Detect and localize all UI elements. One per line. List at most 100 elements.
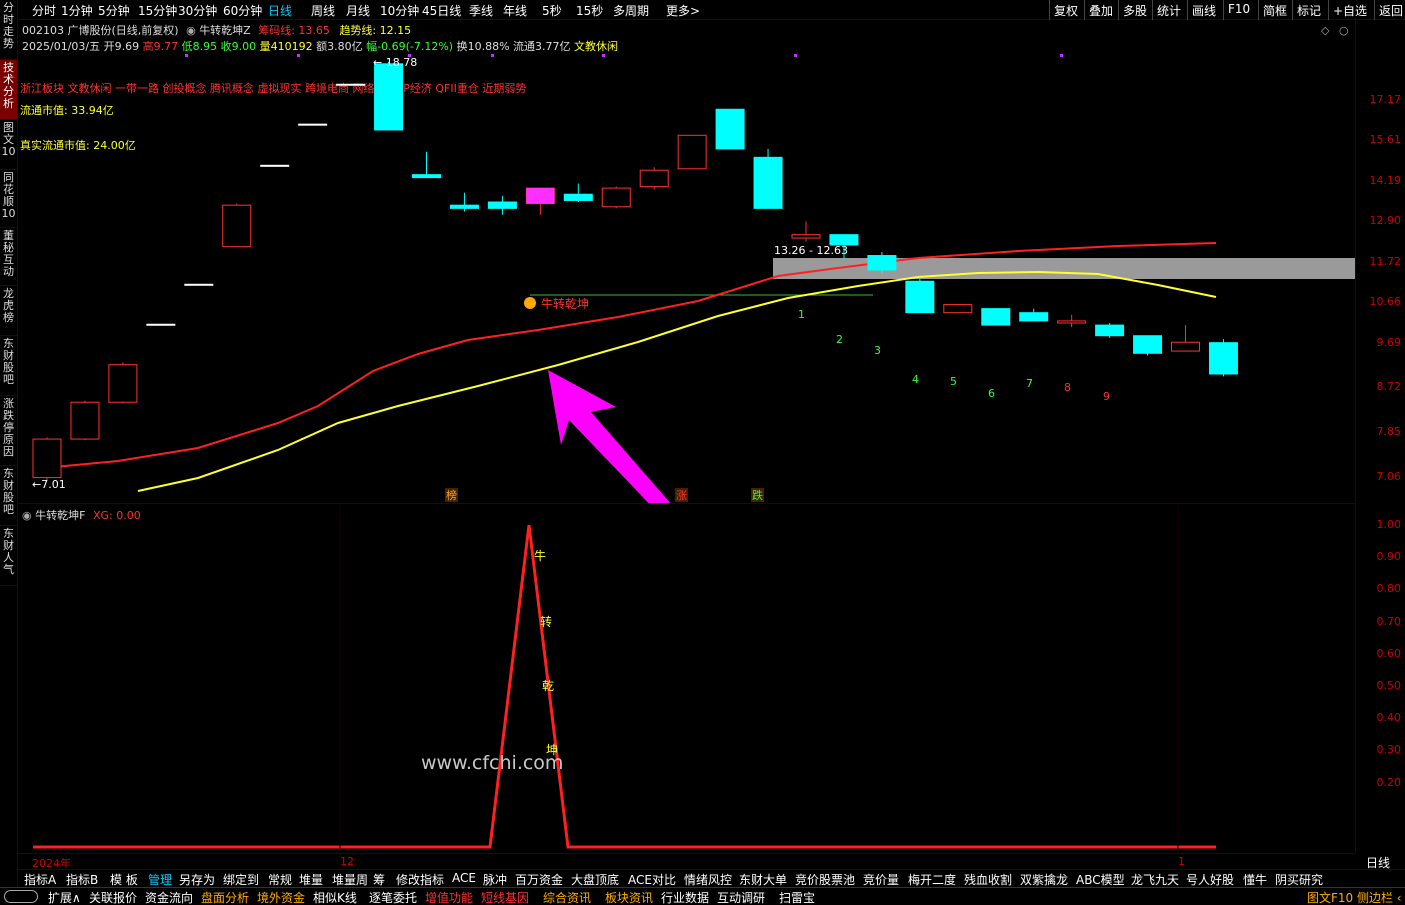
info-tab-0[interactable]: 扩展∧ — [48, 889, 81, 905]
candle-30[interactable] — [1171, 325, 1200, 352]
toolbar-button-0[interactable]: 复权 — [1049, 0, 1082, 20]
diamond-icon[interactable]: ◇ — [1321, 24, 1330, 37]
indicator-tab-15[interactable]: ACE对比 — [628, 871, 676, 888]
info-tab-9[interactable]: 综合资讯 — [543, 889, 591, 905]
indicator-tab-20[interactable]: 梅开二度 — [908, 871, 956, 888]
indicator-tab-13[interactable]: 百万资金 — [515, 871, 563, 888]
info-tab-11[interactable]: 行业数据 — [661, 889, 709, 905]
info-tab-13[interactable]: 扫雷宝 — [779, 889, 815, 905]
period-tab-11[interactable]: 季线 — [469, 2, 493, 19]
close-icon[interactable]: ○ — [1339, 24, 1349, 37]
indicator-tab-23[interactable]: ABC模型 — [1076, 871, 1125, 888]
sidebar-item-tuwen[interactable]: 图文10 — [0, 120, 17, 170]
candle-4[interactable] — [184, 283, 214, 286]
candle-7[interactable] — [298, 123, 328, 126]
info-tab-12[interactable]: 互动调研 — [717, 889, 765, 905]
info-tab-7[interactable]: 增值功能 — [425, 889, 473, 905]
sidebar-item-limit-reason[interactable]: 涨跌停原因 — [0, 396, 17, 466]
candle-28[interactable] — [1095, 322, 1125, 338]
info-tab-4[interactable]: 境外资金 — [257, 889, 305, 905]
candle-0[interactable] — [32, 437, 62, 480]
toolbar-button-9[interactable]: 返回 — [1374, 0, 1405, 20]
candle-19[interactable] — [753, 148, 783, 209]
candle-24[interactable] — [943, 304, 973, 314]
candle-26[interactable] — [1019, 308, 1049, 322]
candle-17[interactable] — [677, 134, 707, 170]
sidebar-item-dongmi[interactable]: 董秘互动 — [0, 228, 17, 286]
indicator-tab-24[interactable]: 龙飞九天 — [1131, 871, 1179, 888]
info-tab-2[interactable]: 资金流向 — [145, 889, 193, 905]
candle-27[interactable] — [1057, 314, 1087, 328]
indicator-tab-10[interactable]: 修改指标 — [396, 871, 444, 888]
period-tab-12[interactable]: 年线 — [503, 2, 527, 19]
period-tab-9[interactable]: 10分钟 — [380, 2, 419, 19]
indicator-tab-2[interactable]: 模 板 — [110, 871, 138, 888]
period-tab-8[interactable]: 月线 — [346, 2, 370, 19]
sidebar-item-longhu[interactable]: 龙虎榜 — [0, 286, 17, 336]
candle-9[interactable] — [374, 62, 404, 131]
indicator-tab-18[interactable]: 竞价股票池 — [795, 871, 855, 888]
candle-10[interactable] — [412, 151, 441, 179]
toolbar-button-7[interactable]: 标记 — [1292, 0, 1325, 20]
info-tab-14[interactable]: 图文F10 侧边栏 ‹ — [1307, 889, 1402, 905]
period-tab-7[interactable]: 周线 — [311, 2, 335, 19]
sidebar-item-tonghuashun[interactable]: 同花顺10 — [0, 170, 17, 228]
period-tab-0[interactable]: 分时 — [32, 2, 56, 19]
indicator-tab-1[interactable]: 指标B — [66, 871, 98, 888]
period-tab-2[interactable]: 5分钟 — [98, 2, 130, 19]
candle-25[interactable] — [981, 308, 1011, 326]
indicator-tab-12[interactable]: 脉冲 — [483, 871, 507, 888]
toolbar-button-1[interactable]: 叠加 — [1084, 0, 1117, 20]
toolbar-button-2[interactable]: 多股 — [1118, 0, 1151, 20]
candle-29[interactable] — [1133, 335, 1163, 356]
candle-18[interactable] — [715, 108, 745, 150]
indicator-tab-7[interactable]: 堆量 — [299, 871, 323, 888]
period-tab-4[interactable]: 30分钟 — [178, 2, 217, 19]
toolbar-button-3[interactable]: 统计 — [1152, 0, 1185, 20]
candle-3[interactable] — [146, 323, 176, 326]
toolbar-button-6[interactable]: 简框 — [1258, 0, 1291, 20]
indicator-tab-14[interactable]: 大盘顶底 — [571, 871, 619, 888]
candle-12[interactable] — [487, 195, 517, 215]
candlestick-chart[interactable]: 13.26 - 12.63 ← 18.78 ←7.01 牛转乾坤 1 2 3 4 5 6 7 8 9 榜 涨… — [18, 18, 1355, 503]
period-tab-14[interactable]: 15秒 — [576, 2, 603, 19]
info-tab-10[interactable]: 板块资讯 — [605, 889, 653, 905]
candle-15[interactable] — [601, 186, 631, 209]
candle-23[interactable] — [905, 277, 935, 314]
indicator-tab-19[interactable]: 竞价量 — [863, 871, 899, 888]
indicator-tab-3[interactable]: 管理 — [148, 871, 172, 888]
period-tab-15[interactable]: 多周期 — [613, 2, 649, 19]
period-tab-3[interactable]: 15分钟 — [138, 2, 177, 19]
sidebar-item-guba-2[interactable]: 东财股吧 — [0, 466, 17, 526]
candle-2[interactable] — [108, 362, 138, 404]
indicator-tab-27[interactable]: 阴买研究 — [1275, 871, 1323, 888]
indicator-tab-4[interactable]: 另存为 — [179, 871, 215, 888]
info-tab-8[interactable]: 短线基因 — [481, 889, 529, 905]
info-tab-3[interactable]: 盘面分析 — [201, 889, 249, 905]
period-tab-16[interactable]: 更多> — [666, 2, 700, 19]
indicator-tab-25[interactable]: 号人好股 — [1186, 871, 1234, 888]
period-tab-1[interactable]: 1分钟 — [61, 2, 93, 19]
indicator-tab-16[interactable]: 情绪风控 — [684, 871, 732, 888]
candle-22[interactable] — [867, 251, 897, 274]
candle-20[interactable] — [791, 221, 821, 242]
candle-31[interactable] — [1208, 339, 1238, 377]
candle-6[interactable] — [260, 164, 290, 167]
indicator-tab-0[interactable]: 指标A — [24, 871, 56, 888]
indicator-tab-11[interactable]: ACE — [452, 871, 476, 885]
candle-16[interactable] — [639, 167, 669, 190]
candle-11[interactable] — [449, 192, 479, 212]
toolbar-button-8[interactable]: +自选 — [1328, 0, 1371, 20]
info-tab-1[interactable]: 关联报价 — [89, 889, 137, 905]
candle-5[interactable] — [222, 203, 252, 248]
info-tab-5[interactable]: 相似K线 — [313, 889, 357, 905]
indicator-tab-17[interactable]: 东财大单 — [739, 871, 787, 888]
sidebar-item-popularity[interactable]: 东财人气 — [0, 526, 17, 586]
expand-toggle-icon[interactable] — [4, 890, 38, 903]
toolbar-button-4[interactable]: 画线 — [1187, 0, 1220, 20]
sidebar-item-technical[interactable]: 技术分析 — [0, 60, 17, 120]
period-tab-13[interactable]: 5秒 — [542, 2, 562, 19]
sidebar-item-timeshare[interactable]: 分时走势 — [0, 0, 17, 60]
indicator-tab-26[interactable]: 懂牛 — [1243, 871, 1267, 888]
period-tab-10[interactable]: 45日线 — [422, 2, 461, 19]
